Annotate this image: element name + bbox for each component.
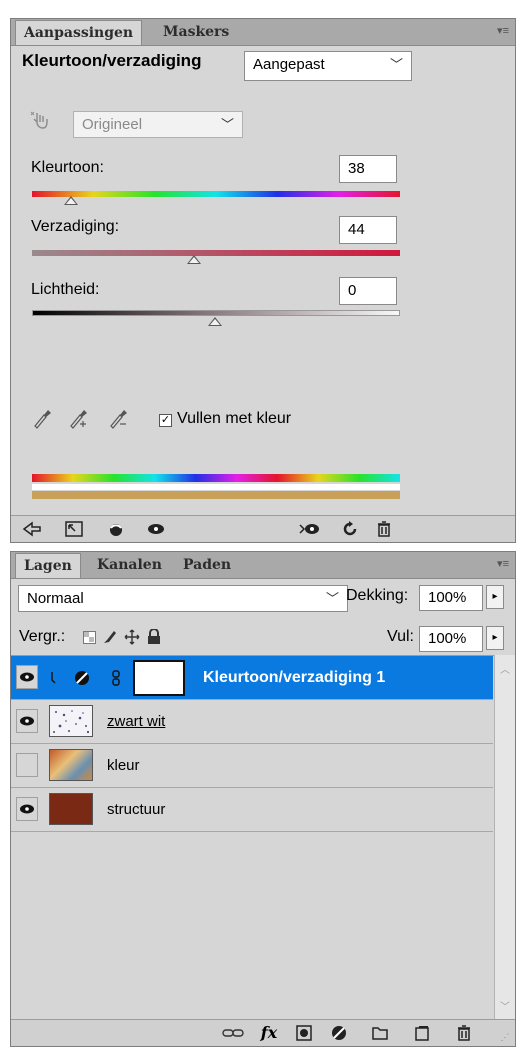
layer-row-kleur[interactable]: kleur [11, 744, 493, 788]
layer-visibility-toggle[interactable] [16, 709, 38, 733]
tab-layers[interactable]: Lagen [15, 553, 81, 578]
layer-thumbnail [49, 749, 93, 781]
scroll-up-icon[interactable]: ︿ [500, 661, 510, 676]
saturation-slider-track[interactable] [32, 250, 400, 256]
group-icon[interactable] [369, 1023, 391, 1043]
tab-channels[interactable]: Kanalen [89, 553, 170, 578]
delete-layer-icon[interactable] [453, 1023, 475, 1043]
preset-select[interactable]: Aangepast ﹀ [244, 51, 412, 81]
adjustments-panel: Aanpassingen Maskers ▾≡ Kleurtoon/verzad… [10, 18, 516, 543]
lightness-slider-thumb[interactable] [208, 317, 222, 326]
expand-view-icon[interactable] [63, 519, 85, 539]
hue-saturation-layer-icon [71, 667, 93, 689]
layer-row-structuur[interactable]: structuur [11, 788, 493, 832]
channel-value: Origineel [82, 116, 143, 133]
layers-panel: Lagen Kanalen Paden ▾≡ Normaal ﹀ Dekking… [10, 551, 516, 1047]
layer-name[interactable]: structuur [107, 801, 165, 818]
blend-mode-select[interactable]: Normaal ﹀ [18, 585, 348, 612]
lock-position-icon[interactable] [123, 627, 141, 647]
link-layers-icon[interactable] [221, 1023, 245, 1043]
lightness-input[interactable]: 0 [339, 277, 397, 305]
panel-menu-icon[interactable]: ▾≡ [497, 557, 509, 570]
preset-value: Aangepast [253, 56, 325, 73]
colorize-label: Vullen met kleur [177, 410, 292, 427]
layer-name[interactable]: zwart wit [107, 713, 165, 730]
layer-thumbnail [49, 705, 93, 737]
layer-visibility-toggle[interactable] [16, 797, 38, 821]
tab-paths[interactable]: Paden [175, 553, 239, 578]
lock-all-icon[interactable] [145, 627, 163, 647]
reset-icon[interactable] [339, 519, 361, 539]
clip-arrow-icon [49, 669, 61, 687]
layers-toolbar: fx ⋰ [11, 1019, 515, 1046]
eye-icon [20, 716, 34, 726]
scroll-down-icon[interactable]: ﹀ [500, 998, 510, 1013]
lightness-slider-track[interactable] [32, 310, 400, 316]
clip-layer-icon[interactable] [105, 519, 127, 539]
eyedropper-icon[interactable] [31, 406, 53, 430]
new-layer-icon[interactable] [411, 1023, 433, 1043]
channel-select[interactable]: Origineel ﹀ [73, 111, 243, 138]
adjustments-tabbar: Aanpassingen Maskers ▾≡ [11, 19, 515, 46]
layer-mask-thumbnail[interactable] [133, 660, 185, 696]
adjustments-toolbar [11, 515, 515, 542]
saturation-input[interactable]: 44 [339, 216, 397, 244]
fill-stepper[interactable]: ▸ [486, 626, 504, 650]
mask-icon[interactable] [293, 1023, 315, 1043]
eye-icon [20, 672, 34, 682]
blend-mode-value: Normaal [27, 590, 84, 607]
view-previous-icon[interactable] [297, 519, 321, 539]
layer-visibility-toggle[interactable] [16, 753, 38, 777]
color-bar-separator [32, 484, 400, 490]
tab-adjustments[interactable]: Aanpassingen [15, 20, 143, 45]
back-arrow-icon[interactable] [21, 519, 43, 539]
opacity-stepper[interactable]: ▸ [486, 585, 504, 609]
layer-thumbnail [49, 793, 93, 825]
opacity-label: Dekking: [346, 587, 409, 604]
resize-grip-icon[interactable]: ⋰ [499, 1030, 511, 1044]
hue-label: Kleurtoon: [31, 159, 104, 176]
lock-transparent-icon[interactable] [81, 628, 97, 646]
layer-list: Kleurtoon/verzadiging 1 zwart wit kleur … [11, 655, 495, 1020]
panel-menu-icon[interactable]: ▾≡ [497, 24, 509, 37]
input-color-bar [32, 474, 400, 482]
layer-name[interactable]: kleur [107, 757, 140, 774]
tab-masks[interactable]: Maskers [155, 20, 237, 45]
chevron-down-icon: ﹀ [325, 591, 339, 606]
visibility-icon[interactable] [145, 519, 167, 539]
lightness-label: Lichtheid: [31, 281, 100, 298]
adjustment-layer-icon[interactable] [327, 1023, 351, 1043]
eyedropper-add-icon[interactable] [67, 406, 91, 430]
layer-row-zwart-wit[interactable]: zwart wit [11, 700, 493, 744]
fx-icon[interactable]: fx [257, 1022, 281, 1042]
saturation-slider-thumb[interactable] [187, 255, 201, 264]
eye-icon [20, 804, 34, 814]
saturation-label: Verzadiging: [31, 218, 120, 235]
opacity-input[interactable]: 100% [419, 585, 483, 611]
chevron-down-icon: ﹀ [389, 57, 403, 72]
colorize-checkbox[interactable]: ✓ [159, 414, 172, 427]
on-image-adjust-icon[interactable] [29, 109, 51, 133]
eyedropper-subtract-icon[interactable] [107, 406, 131, 430]
layers-scrollbar[interactable]: ︿ ﹀ [494, 655, 515, 1019]
hue-slider-thumb[interactable] [64, 196, 78, 205]
lock-label: Vergr.: [19, 628, 66, 645]
delete-icon[interactable] [373, 519, 395, 539]
layer-name[interactable]: Kleurtoon/verzadiging 1 [203, 669, 385, 687]
hue-slider-track[interactable] [32, 191, 400, 197]
lock-pixels-icon[interactable] [101, 627, 119, 647]
hue-input[interactable]: 38 [339, 155, 397, 183]
output-color-bar [32, 491, 400, 499]
layer-row-adjustment[interactable]: Kleurtoon/verzadiging 1 [11, 656, 493, 700]
layer-visibility-toggle[interactable] [16, 665, 38, 689]
fill-label: Vul: [387, 628, 414, 645]
chevron-down-icon: ﹀ [220, 117, 234, 132]
layers-tabbar: Lagen Kanalen Paden ▾≡ [11, 552, 515, 579]
adjustment-title: Kleurtoon/verzadiging [22, 51, 202, 70]
mask-link-icon[interactable] [109, 667, 123, 689]
fill-input[interactable]: 100% [419, 626, 483, 652]
